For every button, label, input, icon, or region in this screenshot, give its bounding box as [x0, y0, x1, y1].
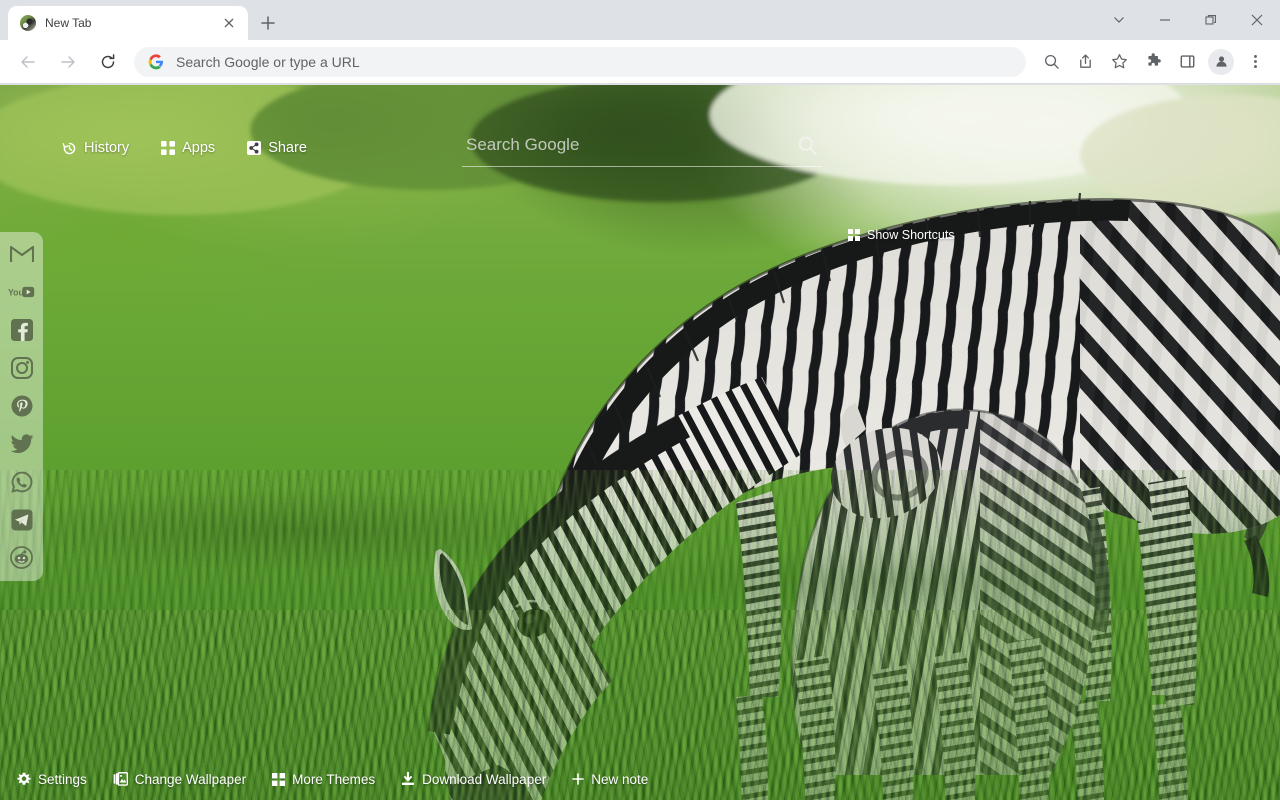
browser-toolbar: Search Google or type a URL [0, 40, 1280, 84]
social-link-whatsapp[interactable] [8, 468, 35, 495]
tab-favicon-icon [20, 15, 36, 31]
share-node-icon [247, 141, 262, 155]
reload-button[interactable] [91, 45, 125, 79]
social-links-rail: You [0, 232, 43, 581]
grid-squares-icon [848, 229, 860, 241]
show-shortcuts-label: Show Shortcuts [867, 228, 955, 242]
tab-new-tab[interactable]: New Tab [8, 6, 248, 40]
share-icon[interactable] [1070, 47, 1100, 77]
gear-icon [17, 772, 31, 786]
history-clock-icon [62, 141, 77, 156]
social-link-instagram[interactable] [8, 354, 35, 381]
omnibox-placeholder: Search Google or type a URL [176, 53, 360, 70]
quicklink-apps-label: Apps [182, 140, 216, 156]
new-tab-button[interactable] [254, 9, 282, 37]
zoom-search-icon[interactable] [1036, 47, 1066, 77]
social-link-telegram[interactable] [8, 506, 35, 533]
bookmark-star-icon[interactable] [1104, 47, 1134, 77]
bottom-action-download-wallpaper[interactable]: Download Wallpaper [401, 772, 546, 787]
plus-icon [572, 773, 585, 785]
search-input[interactable] [462, 134, 792, 162]
bottom-action-more-themes[interactable]: More Themes [272, 772, 375, 787]
close-window-button[interactable] [1234, 0, 1280, 40]
bottom-action-new-note-label: New note [591, 771, 649, 787]
maximize-restore-button[interactable] [1188, 0, 1234, 40]
search-underline [462, 166, 822, 167]
social-link-twitter[interactable] [8, 430, 35, 457]
side-panel-icon[interactable] [1172, 47, 1202, 77]
images-icon [113, 772, 128, 786]
omnibox[interactable]: Search Google or type a URL [134, 46, 1026, 77]
ntp-bottom-bar: Settings Change Wallpaper More Themes Do… [0, 764, 1280, 794]
profile-avatar[interactable] [1206, 47, 1236, 77]
bottom-action-settings-label: Settings [38, 771, 87, 787]
bottom-action-download-wallpaper-label: Download Wallpaper [422, 771, 547, 787]
tab-search-button[interactable] [1096, 0, 1142, 40]
tab-strip: New Tab [0, 0, 1280, 40]
social-link-youtube[interactable]: You [8, 278, 35, 305]
social-link-pinterest[interactable] [8, 392, 35, 419]
bottom-action-more-themes-label: More Themes [292, 771, 376, 787]
minimize-button[interactable] [1142, 0, 1188, 40]
quicklink-history-label: History [84, 140, 130, 156]
quicklink-history[interactable]: History [62, 140, 129, 156]
forward-button[interactable] [51, 45, 85, 79]
search-magnifier-icon[interactable] [792, 130, 822, 160]
back-button[interactable] [11, 45, 45, 79]
bottom-action-new-note[interactable]: New note [572, 772, 648, 787]
quicklink-share[interactable]: Share [247, 140, 307, 156]
ntp-search-box [462, 130, 822, 167]
tab-close-icon[interactable] [220, 14, 238, 32]
quicklink-apps[interactable]: Apps [161, 140, 215, 156]
browser-window: New Tab Search Google or type a URL Hist… [0, 0, 1280, 800]
wallpaper-zebras [0, 85, 1280, 800]
more-menu-icon[interactable] [1240, 47, 1270, 77]
bottom-action-change-wallpaper-label: Change Wallpaper [134, 771, 247, 787]
toolbar-actions [1034, 47, 1272, 77]
social-link-reddit[interactable] [8, 544, 35, 571]
social-link-facebook[interactable] [8, 316, 35, 343]
apps-grid-icon [161, 141, 176, 155]
new-tab-page: History Apps Share Search Google Show Sh… [0, 85, 1280, 800]
extensions-puzzle-icon[interactable] [1138, 47, 1168, 77]
bottom-action-change-wallpaper[interactable]: Change Wallpaper [113, 772, 246, 787]
window-controls [1096, 0, 1280, 40]
show-shortcuts-toggle[interactable]: Show Shortcuts [848, 228, 955, 242]
bottom-action-settings[interactable]: Settings [17, 772, 87, 787]
grid-squares-icon [272, 772, 286, 786]
quicklinks-row: History Apps Share [62, 140, 307, 156]
social-link-gmail[interactable] [8, 240, 35, 267]
quicklink-share-label: Share [268, 140, 307, 156]
svg-text:You: You [8, 287, 24, 297]
google-g-icon [148, 53, 164, 70]
tab-title: New Tab [45, 16, 92, 30]
download-icon [401, 772, 415, 786]
